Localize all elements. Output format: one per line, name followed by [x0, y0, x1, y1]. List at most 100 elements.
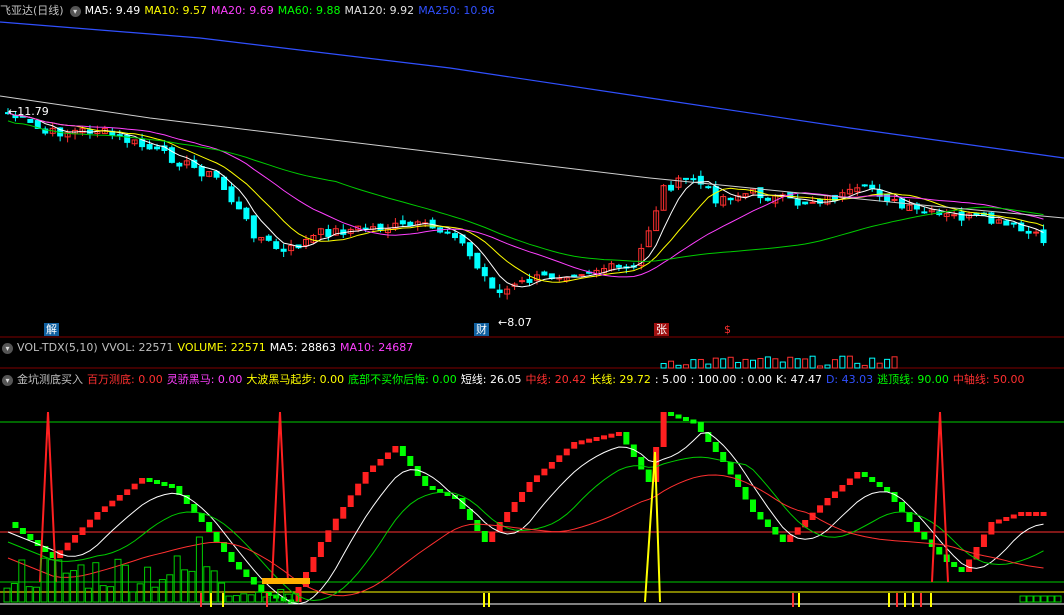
histogram-bar: [3, 587, 11, 603]
osc-block: [876, 482, 883, 487]
osc-block: [19, 528, 26, 534]
ind-label-6: 中线: 20.42: [525, 373, 587, 386]
osc-block: [347, 495, 354, 507]
volume-bar: [764, 356, 771, 369]
security-title[interactable]: 飞亚达(日线): [0, 4, 64, 17]
vol-label-0: VOL-TDX(5,10): [17, 341, 98, 354]
osc-block: [325, 530, 332, 542]
volume-bar: [668, 360, 675, 369]
osc-block: [586, 438, 593, 443]
osc-block: [72, 535, 79, 543]
candle-body: [921, 211, 928, 214]
osc-block: [593, 437, 600, 441]
candle-body: [526, 278, 533, 283]
ma-label-3: MA60: 9.88: [277, 4, 341, 17]
histogram-bar: [144, 566, 152, 603]
osc-block: [317, 542, 324, 557]
ma-legend: MA5: 9.49 MA10: 9.57 MA20: 9.69 MA60: 9.88 M…: [85, 4, 499, 17]
osc-block: [854, 472, 861, 479]
histogram-bar: [33, 586, 41, 603]
volume-bar: [720, 358, 727, 369]
candle-body: [496, 289, 503, 294]
candle-body: [399, 220, 406, 225]
ind-label-4: 底部不买你后悔: 0.00: [348, 373, 457, 386]
histogram-bar: [84, 587, 92, 603]
histogram-bar: [25, 586, 33, 603]
candle-body: [221, 176, 228, 191]
chevron-down-icon[interactable]: ▾: [2, 374, 13, 386]
ma-label-0: MA5: 9.49: [84, 4, 141, 17]
volume-bar: [712, 357, 719, 369]
volume-bar: [787, 356, 794, 369]
vol-label-2: VOLUME: 22571: [177, 341, 266, 354]
osc-block: [608, 433, 615, 438]
event-marker-2[interactable]: 张: [654, 323, 669, 336]
signal-tick: [920, 593, 922, 607]
candlestick-chart[interactable]: ←11.79 ←8.07: [0, 18, 1064, 338]
volume-bar: [742, 358, 749, 369]
volume-legend: VOL-TDX(5,10) VVOL: 22571 VOLUME: 22571 MA5…: [17, 341, 417, 354]
event-marker-0[interactable]: 解: [44, 323, 59, 336]
signal-tick: [896, 593, 898, 607]
osc-block: [168, 484, 175, 488]
chevron-down-icon[interactable]: ▾: [2, 342, 13, 354]
osc-block: [601, 435, 607, 440]
histogram-bar: [99, 585, 107, 603]
osc-block: [645, 469, 652, 482]
chevron-down-icon[interactable]: ▾: [69, 5, 81, 17]
volume-bar: [824, 364, 831, 369]
osc-block: [86, 519, 93, 528]
osc-block: [682, 417, 689, 421]
candle-body: [265, 235, 272, 241]
volume-bar: [750, 359, 756, 369]
osc-block: [116, 495, 123, 501]
osc-block: [332, 518, 339, 531]
histogram-bar: [70, 570, 78, 603]
osc-block: [556, 455, 563, 462]
histogram-bar: [240, 593, 248, 603]
signal-tick: [483, 593, 485, 607]
osc-block: [355, 483, 362, 496]
candle-body: [176, 162, 183, 167]
candle-body: [116, 134, 123, 137]
histogram-bar: [166, 574, 174, 603]
ind-label-13: 逃顶线: 90.00: [877, 373, 949, 386]
volume-bar: [727, 356, 734, 369]
osc-block: [94, 512, 101, 520]
vol-label-1: VVOL: 22571: [101, 341, 174, 354]
event-marker-1[interactable]: 财: [474, 323, 489, 336]
ind-label-5: 短线: 26.05: [460, 373, 522, 386]
osc-block: [638, 457, 645, 470]
volume-bar: [891, 356, 898, 369]
volume-bar: [861, 364, 868, 369]
volume-chart[interactable]: [0, 355, 1064, 369]
volume-bar: [735, 361, 742, 369]
candle-body: [615, 264, 622, 268]
osc-block: [235, 562, 242, 570]
candle-body: [407, 221, 414, 227]
osc-block: [548, 462, 555, 469]
volume-bar: [854, 362, 861, 369]
histogram-bar: [1019, 595, 1027, 603]
volume-bar: [839, 355, 846, 369]
osc-block: [802, 520, 809, 528]
osc-block: [124, 489, 131, 495]
ind-label-11: K: 47.47: [776, 373, 822, 386]
osc-block: [936, 547, 943, 555]
candle-body: [682, 177, 689, 180]
histogram-bar: [40, 557, 48, 603]
osc-block: [489, 532, 496, 542]
volume-bar: [772, 358, 779, 369]
volume-bar: [794, 358, 801, 369]
volume-bar: [846, 355, 853, 369]
osc-block: [869, 477, 876, 482]
indicator-legend: 金坑测底买入 百万测底: 0.00 灵骄黑马: 0.00 大波黑马起步: 0.00 底部…: [17, 373, 1029, 386]
osc-block: [623, 432, 630, 445]
ind-label-3: 大波黑马起步: 0.00: [246, 373, 345, 386]
indicator-chart[interactable]: [0, 387, 1064, 615]
high-price-label: ←11.79: [8, 105, 49, 118]
candle-body: [1003, 220, 1010, 226]
histogram-bar: [247, 594, 255, 603]
event-marker-3[interactable]: $: [722, 323, 733, 336]
osc-block: [370, 465, 377, 472]
